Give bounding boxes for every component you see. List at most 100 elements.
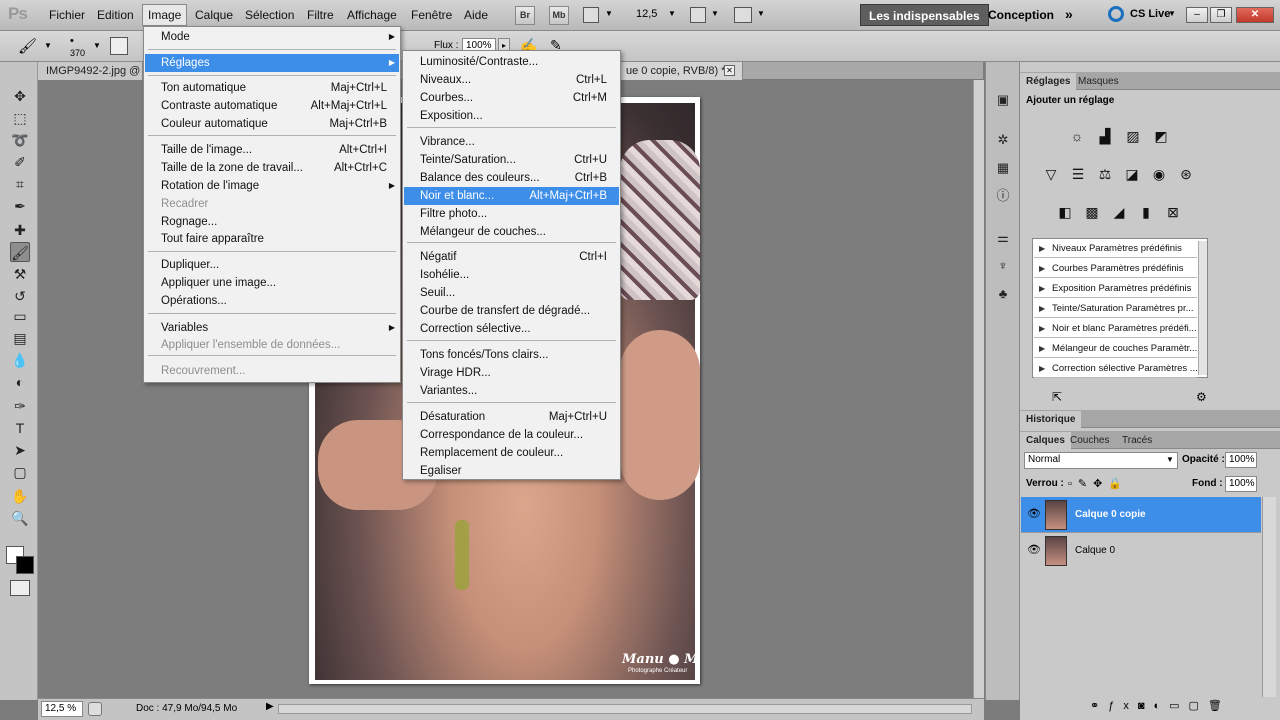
menu-entry[interactable]: Rotation de l'image ▶ (145, 177, 399, 195)
minibridge-panel-icon[interactable]: ▣ (993, 90, 1013, 110)
menu-entry[interactable]: Dupliquer... (145, 256, 399, 274)
tool-presets-icon[interactable]: ♣ (993, 284, 1013, 304)
menu-image[interactable]: Image (142, 4, 188, 26)
fill-input[interactable]: 100% (1225, 476, 1257, 492)
dodge-tool-icon[interactable]: ◐ (10, 372, 30, 392)
blur-tool-icon[interactable]: 💧 (10, 350, 30, 370)
eye-icon[interactable]: 👁 (1027, 543, 1041, 556)
tab-document-1[interactable]: IMGP9492-2.jpg @ (38, 62, 143, 80)
photo-filter-icon[interactable]: ◉ (1148, 164, 1170, 184)
menu-filtre[interactable]: Filtre (302, 4, 339, 26)
lock-icons[interactable]: ▫✎✥🔒 (1068, 477, 1128, 490)
crop-tool-icon[interactable]: ⌗ (10, 174, 30, 194)
menu-entry[interactable]: Mélangeur de couches... (404, 223, 619, 241)
exposure-icon[interactable]: ◩ (1150, 126, 1172, 146)
preset-exposition[interactable]: ▶ Exposition Paramètres prédéfinis (1034, 279, 1197, 298)
chevron-down-icon[interactable]: ▼ (1166, 455, 1174, 464)
histogram-icon[interactable]: ▦ (993, 158, 1013, 178)
chevron-down-icon[interactable]: ▼ (757, 9, 765, 18)
menu-entry[interactable]: Egaliser (404, 462, 619, 480)
move-tool-icon[interactable]: ✥ (10, 86, 30, 106)
bridge-button[interactable]: Br (515, 6, 535, 25)
clone-stamp-icon[interactable]: ⚒ (10, 264, 30, 284)
gradient-tool-icon[interactable]: ▤ (10, 328, 30, 348)
menu-fichier[interactable]: Fichier (44, 4, 90, 26)
layer-row-base[interactable]: 👁 Calque 0 (1021, 533, 1261, 569)
chevron-down-icon[interactable]: ▼ (44, 41, 52, 50)
healing-brush-icon[interactable]: ✚ (10, 220, 30, 240)
menu-entry[interactable]: Correction sélective... (404, 320, 619, 338)
arrange-documents-icon[interactable] (690, 7, 706, 23)
cslive-button[interactable]: CS Live (1130, 8, 1170, 20)
menu-entry[interactable]: Contraste automatique Alt+Maj+Ctrl+L (145, 97, 399, 115)
color-balance-icon[interactable]: ⚖ (1094, 164, 1116, 184)
brush-size[interactable]: 370 (70, 48, 85, 58)
menu-entry[interactable]: Appliquer une image... (145, 274, 399, 292)
chevron-down-icon[interactable]: ▼ (668, 9, 676, 18)
quick-mask-icon[interactable] (10, 580, 30, 596)
clip-icon[interactable]: ⚙ (1196, 390, 1207, 404)
menu-entry[interactable]: Seuil... (404, 284, 619, 302)
background-color-swatch[interactable] (16, 556, 34, 574)
brush-presets-icon[interactable]: ⚌ (993, 228, 1013, 248)
menu-entry[interactable]: Variantes... (404, 382, 619, 400)
hand-tool-icon[interactable]: ✋ (10, 486, 30, 506)
chevron-down-icon[interactable]: ▼ (605, 9, 613, 18)
hue-saturation-icon[interactable]: ☰ (1067, 164, 1089, 184)
menu-fenetre[interactable]: Fenêtre (406, 4, 457, 26)
clone-source-icon[interactable]: ♆ (993, 256, 1013, 276)
type-tool-icon[interactable]: T (10, 418, 30, 438)
workspace-essentials-button[interactable]: Les indispensables (860, 4, 989, 26)
menu-entry[interactable]: Correspondance de la couleur... (404, 426, 619, 444)
menu-entry[interactable]: Réglages ▶ (145, 54, 399, 72)
menu-entry[interactable]: Rognage... (145, 213, 399, 231)
selective-color-icon[interactable]: ⊠ (1162, 202, 1184, 222)
vertical-scrollbar[interactable] (973, 80, 984, 698)
chevron-down-icon[interactable]: ▼ (711, 9, 719, 18)
gradient-map-icon[interactable]: ▮ (1135, 202, 1157, 222)
layer-row-copy[interactable]: 👁 Calque 0 copie (1021, 497, 1261, 533)
preset-correction[interactable]: ▶ Correction sélective Paramètres ... (1034, 359, 1197, 378)
threshold-icon[interactable]: ◢ (1108, 202, 1130, 222)
menu-entry[interactable]: Courbes... Ctrl+M (404, 89, 619, 107)
tab-couches[interactable]: Couches (1064, 432, 1115, 449)
marquee-tool-icon[interactable]: ⬚ (10, 108, 30, 128)
vibrance-icon[interactable]: ▽ (1040, 164, 1062, 184)
menu-entry[interactable]: Tout faire apparaître (145, 230, 399, 248)
brush-tool-icon[interactable]: 🖌 (10, 242, 30, 262)
layers-footer-icons[interactable]: ⚭ƒx◙◐▭▢🗑 (1090, 699, 1231, 712)
status-icon[interactable] (88, 702, 102, 716)
menu-aide[interactable]: Aide (459, 4, 493, 26)
history-brush-icon[interactable]: ↺ (10, 286, 30, 306)
preset-melangeur[interactable]: ▶ Mélangeur de couches Paramètr... (1034, 339, 1197, 358)
pen-tool-icon[interactable]: ✑ (10, 396, 30, 416)
layers-scrollbar[interactable] (1262, 497, 1276, 697)
tab-masques[interactable]: Masques (1072, 73, 1125, 90)
menu-entry[interactable]: Noir et blanc... Alt+Maj+Ctrl+B (404, 187, 619, 205)
close-icon[interactable]: ✕ (1236, 7, 1274, 23)
menu-selection[interactable]: Sélection (240, 4, 299, 26)
zoom-field[interactable]: 12,5 % (41, 701, 83, 717)
blend-mode-select[interactable]: Normal (1024, 452, 1178, 469)
status-menu-arrow-icon[interactable]: ▶ (266, 701, 274, 712)
brush-panel-icon[interactable] (110, 37, 128, 55)
opacity-input[interactable]: 100% (1225, 452, 1257, 468)
restore-icon[interactable]: ❐ (1210, 7, 1232, 23)
menu-entry[interactable]: Taille de l'image... Alt+Ctrl+I (145, 141, 399, 159)
menu-entry[interactable]: Mode ▶ (145, 28, 399, 46)
info-icon[interactable]: ⓘ (993, 186, 1013, 206)
menu-entry[interactable]: Variables ▶ (145, 319, 399, 337)
invert-icon[interactable]: ◧ (1054, 202, 1076, 222)
menu-entry[interactable]: Teinte/Saturation... Ctrl+U (404, 151, 619, 169)
menu-entry[interactable]: Taille de la zone de travail... Alt+Ctrl+… (145, 159, 399, 177)
view-extras-icon[interactable] (583, 7, 599, 23)
menu-edition[interactable]: Edition (92, 4, 139, 26)
more-workspaces-icon[interactable]: » (1065, 6, 1073, 22)
preset-courbes[interactable]: ▶ Courbes Paramètres prédéfinis (1034, 259, 1197, 278)
tab-historique[interactable]: Historique (1020, 411, 1082, 428)
close-tab-icon[interactable]: ✕ (724, 65, 735, 76)
menu-entry[interactable]: Niveaux... Ctrl+L (404, 71, 619, 89)
shape-tool-icon[interactable]: ▢ (10, 462, 30, 482)
menu-entry[interactable]: Luminosité/Contraste... (404, 53, 619, 71)
menu-entry[interactable]: Virage HDR... (404, 364, 619, 382)
